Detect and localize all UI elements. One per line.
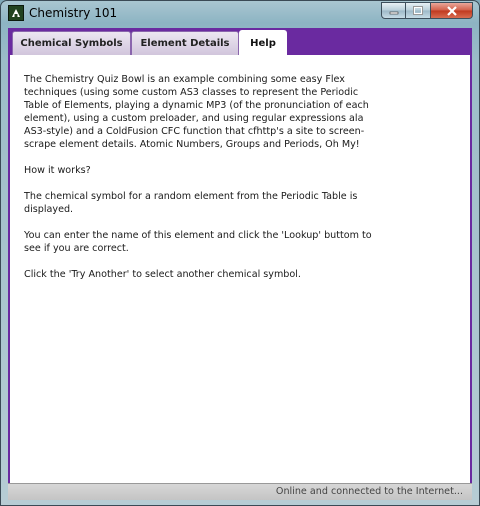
app-window: Chemistry 101 Chemical Symbols Element D… xyxy=(0,0,480,506)
maximize-button[interactable] xyxy=(406,2,431,19)
tab-chemical-symbols[interactable]: Chemical Symbols xyxy=(12,31,131,55)
window-controls xyxy=(381,2,473,19)
help-intro: The Chemistry Quiz Bowl is an example co… xyxy=(24,74,369,150)
title-bar[interactable]: Chemistry 101 xyxy=(1,1,479,27)
maximize-icon xyxy=(413,6,423,15)
close-button[interactable] xyxy=(431,2,473,19)
help-panel: The Chemistry Quiz Bowl is an example co… xyxy=(8,55,472,483)
help-heading: How it works? xyxy=(24,165,91,176)
tab-bar: Chemical Symbols Element Details Help xyxy=(8,28,472,56)
help-text: The Chemistry Quiz Bowl is an example co… xyxy=(24,73,384,294)
window-title: Chemistry 101 xyxy=(29,6,118,20)
minimize-icon xyxy=(389,11,398,14)
close-icon xyxy=(446,5,457,16)
help-step-lookup: You can enter the name of this element a… xyxy=(24,230,372,254)
app-body: Chemical Symbols Element Details Help Th… xyxy=(8,28,472,500)
status-bar: Online and connected to the Internet... xyxy=(8,483,472,500)
tab-help[interactable]: Help xyxy=(239,30,287,56)
minimize-button[interactable] xyxy=(381,2,406,19)
tab-element-details[interactable]: Element Details xyxy=(131,31,239,55)
app-icon xyxy=(8,5,24,21)
help-step-try-another: Click the 'Try Another' to select anothe… xyxy=(24,269,301,280)
help-step-display: The chemical symbol for a random element… xyxy=(24,191,358,215)
status-text: Online and connected to the Internet... xyxy=(275,486,463,497)
